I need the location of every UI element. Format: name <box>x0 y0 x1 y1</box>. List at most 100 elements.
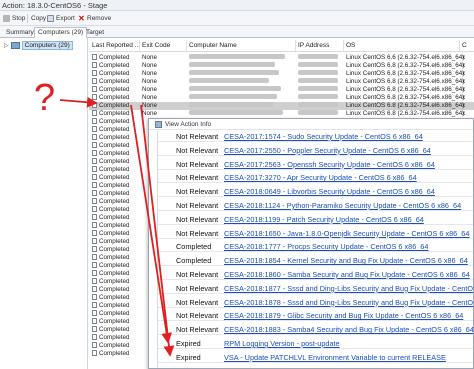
document-icon <box>92 206 97 212</box>
document-icon <box>92 158 97 164</box>
ip-address-redacted <box>298 62 338 70</box>
table-row[interactable]: Completed None Linux CentOS 6.8 (2.6.32-75… <box>89 86 474 94</box>
status-cell: Completed <box>92 54 129 62</box>
column-ip-address[interactable]: IP Address <box>298 42 329 49</box>
status-text: Completed <box>99 62 130 69</box>
row-divider <box>158 361 473 363</box>
status-cell: Completed <box>92 286 129 294</box>
row-divider <box>158 320 473 322</box>
row-divider <box>158 334 473 336</box>
computer-name-redacted <box>189 110 283 118</box>
expand-arrow-icon[interactable]: ▷ <box>4 42 9 49</box>
column-os[interactable]: OS <box>346 42 355 49</box>
column-divider <box>139 40 140 51</box>
status-cell: Completed <box>92 270 129 278</box>
table-row[interactable]: Completed None Linux CentOS 6.8 (2.6.32-75… <box>89 70 474 78</box>
action-info-row: Not Relevant CESA-2018:1199 - Patch Secur… <box>158 214 473 225</box>
os-cell: Linux CentOS 6.8 (2.6.32-754.el6.x86_64) <box>346 110 465 117</box>
action-info-row: Not Relevant CESA-2017:3270 - Apr Securit… <box>158 172 473 184</box>
tab-target[interactable]: Target <box>82 27 108 38</box>
computer-name-redacted <box>189 102 273 110</box>
action-info-row: Not Relevant CESA-2018:1883 - Samba4 Secu… <box>158 324 473 336</box>
row-divider <box>158 348 473 349</box>
status-text: Completed <box>99 310 130 317</box>
row-divider <box>158 265 473 267</box>
row-divider <box>158 196 473 198</box>
document-icon <box>92 190 97 196</box>
status-text: Completed <box>99 334 130 341</box>
table-row[interactable]: Completed None Linux CentOS 6.8 (2.6.32-75… <box>89 102 474 110</box>
exit-code-cell: None <box>142 86 158 93</box>
table-row[interactable]: Completed None Linux CentOS 6.8 (2.6.32-75… <box>89 110 474 118</box>
document-icon <box>92 78 97 84</box>
copy-button[interactable]: Copy <box>31 13 46 24</box>
status-text: Completed <box>99 110 130 117</box>
status-cell: Completed <box>92 182 129 190</box>
status-cell: Completed <box>92 318 129 326</box>
tree-item-computers[interactable]: ▷ Computers (29) <box>4 41 73 50</box>
document-icon <box>92 342 97 348</box>
extra-cell: x <box>462 54 466 61</box>
status-cell: Completed <box>92 142 129 150</box>
status-text: Completed <box>99 78 130 85</box>
view-action-info-window: View Action Info Not Relevant CESA-2017:1… <box>148 118 474 369</box>
table-row[interactable]: Completed None Linux CentOS 6.8 (2.6.32-75… <box>89 62 474 70</box>
status-cell: Completed <box>92 134 129 142</box>
os-cell: Linux CentOS 6.8 (2.6.32-754.el6.x86_64) <box>346 94 465 101</box>
status-cell: Completed <box>92 334 129 342</box>
status-text: Completed <box>99 102 130 109</box>
exit-code-cell: None <box>142 110 158 117</box>
row-divider <box>158 306 473 308</box>
document-icon <box>92 310 97 316</box>
window-titlebar: Action: 18.3.0-CentOS6 - Stage <box>0 0 474 11</box>
table-row[interactable]: Completed None Linux CentOS 6.8 (2.6.32-75… <box>89 78 474 86</box>
exit-code-cell: None <box>142 62 158 69</box>
status-cell: Completed <box>92 214 129 222</box>
status-cell: Completed <box>92 342 129 350</box>
action-info-row: Completed CESA-2018:1854 - Kernel Securit… <box>158 255 473 267</box>
ip-address-redacted <box>298 102 338 110</box>
document-icon <box>92 262 97 268</box>
status-cell: Completed <box>92 110 129 118</box>
document-icon <box>92 182 97 188</box>
tab-computers[interactable]: Computers (29) <box>34 27 88 38</box>
row-divider <box>158 223 473 225</box>
action-info-row: Not Relevant CESA-2018:1124 - Python-Para… <box>158 200 473 211</box>
status-text: Completed <box>99 182 130 189</box>
row-divider <box>158 141 473 142</box>
document-icon <box>92 134 97 140</box>
status-text: Completed <box>99 294 130 301</box>
status-cell: Completed <box>92 118 129 126</box>
row-divider <box>158 292 473 294</box>
tab-summary[interactable]: Summary <box>2 27 38 38</box>
status-text: Completed <box>99 142 130 149</box>
popup-titlebar: View Action Info <box>149 119 473 130</box>
document-icon <box>92 142 97 148</box>
export-button[interactable]: Export <box>47 13 75 24</box>
status-cell: Completed <box>92 254 129 262</box>
document-icon <box>92 70 97 76</box>
document-icon <box>92 62 97 68</box>
column-last-reported[interactable]: Last Reported ... <box>92 42 140 49</box>
status-text: Completed <box>99 350 130 357</box>
column-divider <box>343 40 344 51</box>
column-computer-name[interactable]: Computer Name <box>189 42 237 49</box>
column-c[interactable]: C <box>462 42 467 49</box>
status-text: Completed <box>99 302 130 309</box>
document-icon <box>92 326 97 332</box>
remove-button[interactable]: ✕ Remove <box>78 13 111 24</box>
stop-button[interactable]: Stop <box>3 13 25 24</box>
tree-item-label: Computers (29) <box>21 41 73 50</box>
stop-label: Stop <box>12 15 26 22</box>
computer-name-redacted <box>189 78 269 86</box>
extra-cell: x <box>462 94 466 101</box>
exit-code-cell: None <box>142 102 158 109</box>
status-text: Completed <box>99 254 130 261</box>
action-info-row: Completed CESA-2018:1777 - Procps Securit… <box>158 241 473 253</box>
ip-address-redacted <box>298 70 338 78</box>
column-exit-code[interactable]: Exit Code <box>142 42 170 49</box>
table-row[interactable]: Completed None Linux CentOS 6.8 (2.6.32-75… <box>89 94 474 102</box>
export-label: Export <box>56 15 75 22</box>
table-row[interactable]: Completed None Linux CentOS 6.6 (2.6.32-75… <box>89 54 474 62</box>
action-info-row: Not Relevant CESA-2017:2563 - Openssh Sec… <box>158 159 473 170</box>
